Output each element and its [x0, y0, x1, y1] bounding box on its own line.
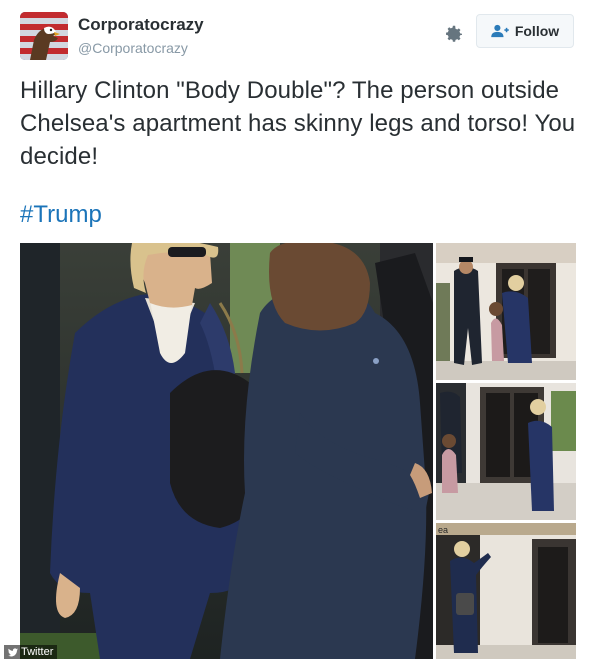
- watermark-label: Twitter: [21, 646, 54, 658]
- tweet-media: ea: [20, 243, 576, 659]
- bird-icon: [8, 647, 18, 657]
- add-user-icon: [491, 24, 509, 38]
- hashtag-link[interactable]: #Trump: [20, 201, 102, 229]
- user-display-name[interactable]: Corporatocrazy: [78, 15, 204, 35]
- twitter-watermark: Twitter: [4, 645, 58, 659]
- user-handle[interactable]: @Corporatocrazy: [78, 40, 188, 56]
- thumbnail-photo-2[interactable]: [436, 383, 576, 520]
- avatar[interactable]: [20, 12, 68, 60]
- follow-button[interactable]: Follow: [476, 14, 574, 48]
- main-photo[interactable]: [20, 243, 433, 659]
- building-sign: ea: [438, 525, 448, 535]
- thumbnail-photo-3[interactable]: ea: [436, 523, 576, 659]
- tweet-header: Corporatocrazy @Corporatocrazy Follow: [20, 12, 580, 62]
- eagle-flag-avatar-icon: [20, 12, 68, 60]
- follow-label: Follow: [514, 23, 560, 39]
- gear-icon[interactable]: [440, 22, 466, 48]
- thumbnail-photo-1[interactable]: [436, 243, 576, 380]
- tweet-text: Hillary Clinton "Body Double"? The perso…: [20, 77, 576, 170]
